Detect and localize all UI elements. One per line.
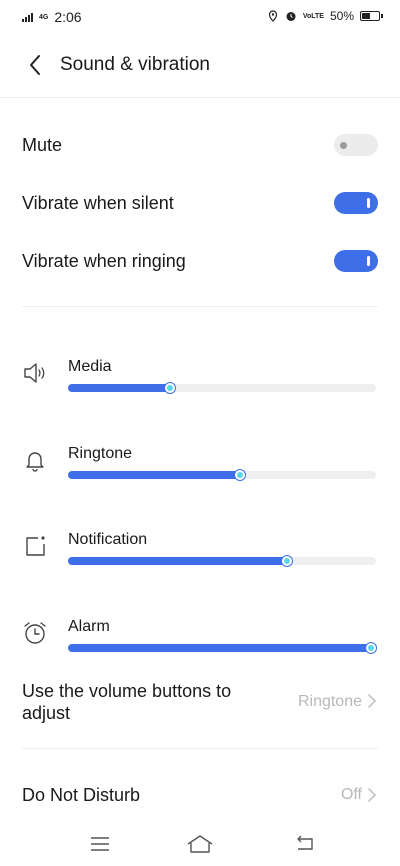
volume-notification: Notification — [0, 529, 400, 589]
mute-row[interactable]: Mute — [0, 132, 400, 160]
header-divider — [0, 97, 400, 98]
navigation-bar — [0, 826, 400, 866]
mute-label: Mute — [22, 135, 63, 155]
status-bar: 4G 2:06 VoLTE 50% — [0, 0, 400, 34]
alarm-label: Alarm — [68, 618, 110, 635]
home-button[interactable] — [186, 832, 214, 856]
home-icon — [187, 835, 213, 853]
network-type: 4G — [39, 13, 49, 21]
volume-ringtone: Ringtone — [0, 443, 400, 503]
media-label: Media — [68, 358, 112, 375]
speaker-icon — [24, 363, 45, 383]
ringtone-slider[interactable] — [68, 470, 376, 480]
volume-buttons-row[interactable]: Use the volume buttons to adjust Rington… — [0, 678, 400, 728]
ringtone-label: Ringtone — [68, 445, 133, 462]
vibrate-silent-row[interactable]: Vibrate when silent — [0, 190, 400, 218]
status-left: 4G 2:06 — [22, 9, 82, 25]
menu-button[interactable] — [86, 832, 114, 856]
menu-icon — [91, 837, 109, 851]
volume-buttons-label: Use the volume buttons to adjust — [22, 681, 232, 723]
notification-label: Notification — [68, 531, 148, 548]
vibrate-ringing-toggle[interactable] — [334, 250, 378, 272]
alarm-status-icon — [286, 12, 296, 21]
location-icon — [268, 10, 277, 22]
do-not-disturb-label: Do Not Disturb — [22, 785, 141, 805]
volume-media: Media — [0, 356, 400, 416]
battery-text: 50% — [329, 9, 354, 23]
section-divider — [22, 306, 378, 307]
chevron-right-icon — [368, 694, 376, 708]
do-not-disturb-value: Off — [340, 786, 362, 803]
vibrate-ringing-row[interactable]: Vibrate when ringing — [0, 248, 400, 276]
do-not-disturb-row[interactable]: Do Not Disturb Off — [0, 784, 400, 810]
bell-icon — [26, 452, 44, 472]
vibrate-silent-toggle[interactable] — [334, 192, 378, 214]
battery-icon — [360, 11, 383, 21]
notification-slider-thumb[interactable] — [281, 556, 292, 566]
page-title: Sound & vibration — [60, 54, 210, 75]
volume-buttons-value: Ringtone — [297, 693, 362, 710]
back-button[interactable] — [20, 50, 50, 80]
media-slider[interactable] — [68, 383, 376, 393]
vibrate-ringing-label: Vibrate when ringing — [22, 251, 186, 271]
volume-alarm: Alarm — [0, 616, 400, 676]
notification-slider[interactable] — [68, 556, 376, 566]
status-time: 2:06 — [54, 9, 82, 25]
volte-indicator: VoLTE — [302, 12, 324, 20]
header: Sound & vibration — [0, 40, 400, 90]
mute-toggle[interactable] — [334, 134, 378, 156]
alarm-slider[interactable] — [68, 643, 376, 653]
media-slider-thumb[interactable] — [164, 383, 175, 393]
notification-icon — [26, 536, 45, 556]
dnd-divider — [22, 748, 378, 749]
back-nav-button[interactable] — [290, 832, 318, 856]
status-right: VoLTE 50% — [267, 9, 383, 23]
alarm-slider-thumb[interactable] — [366, 643, 376, 653]
alarm-clock-icon — [24, 622, 46, 644]
ringtone-slider-thumb[interactable] — [235, 470, 246, 480]
chevron-right-icon — [368, 788, 376, 802]
signal-icon — [22, 12, 33, 22]
vibrate-silent-label: Vibrate when silent — [22, 193, 174, 213]
back-nav-icon — [297, 835, 313, 850]
chevron-left-icon — [30, 55, 40, 75]
